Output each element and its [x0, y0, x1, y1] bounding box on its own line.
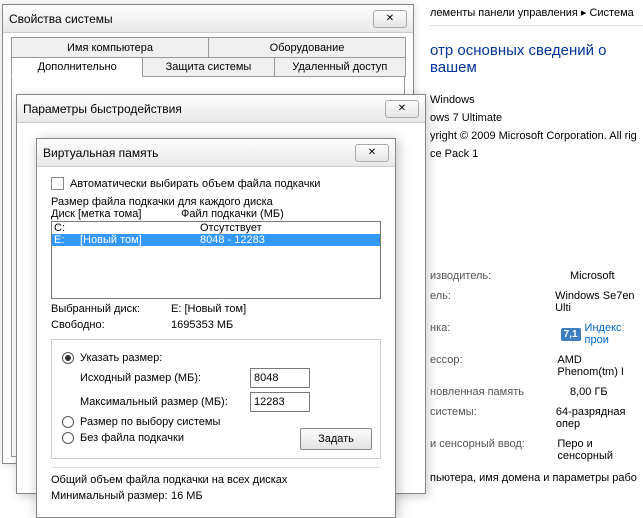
- wei-score-badge: 7,1: [561, 328, 581, 341]
- drive-label: [80, 222, 200, 234]
- windows-service-pack: ce Pack 1: [430, 148, 643, 160]
- value-free-space: 1695353 МБ: [171, 319, 233, 331]
- value-processor: AMD Phenom(tm) I: [557, 354, 643, 378]
- initial-size-input[interactable]: [250, 368, 310, 388]
- radio-no-pagefile[interactable]: [62, 432, 74, 444]
- breadcrumb: лементы панели управления ▸ Система: [430, 0, 643, 26]
- page-heading: отр основных сведений о вашем: [430, 42, 643, 76]
- drive-letter: E:: [54, 234, 80, 246]
- drive-letter: C:: [54, 222, 80, 234]
- close-button[interactable]: ✕: [373, 10, 407, 28]
- label-processor: ессор:: [430, 354, 557, 378]
- control-panel-system-page: лементы панели управления ▸ Система отр …: [420, 0, 643, 506]
- dialog-title: Свойства системы: [9, 12, 113, 26]
- drive-list-header: Размер файла подкачки для каждого диска: [51, 196, 381, 208]
- label-free-space: Свободно:: [51, 319, 171, 331]
- radio-custom-size[interactable]: [62, 352, 74, 364]
- set-button[interactable]: Задать: [300, 428, 372, 450]
- max-size-input[interactable]: [250, 392, 310, 412]
- drive-pagefile: 8048 - 12283: [200, 234, 378, 246]
- list-item[interactable]: C: Отсутствует: [52, 222, 380, 234]
- label-pen-touch: и сенсорный ввод:: [430, 438, 557, 462]
- drive-label: [Новый том]: [80, 234, 200, 246]
- auto-manage-checkbox[interactable]: [51, 177, 64, 190]
- value-ram: 8,00 ГБ: [570, 386, 608, 398]
- tab-system-protection[interactable]: Защита системы: [142, 57, 274, 77]
- dialog-title: Параметры быстродействия: [23, 102, 182, 116]
- label-manufacturer: изводитель:: [430, 270, 570, 282]
- label-computer-domain: пьютера, имя домена и параметры рабо: [430, 472, 643, 484]
- tab-advanced[interactable]: Дополнительно: [11, 57, 143, 77]
- windows-edition-label: Windows: [430, 94, 643, 106]
- titlebar[interactable]: Параметры быстродействия ✕: [17, 95, 425, 123]
- label-max-size: Максимальный размер (МБ):: [80, 396, 240, 408]
- value-manufacturer: Microsoft: [570, 270, 615, 282]
- windows-copyright: yright © 2009 Microsoft Corporation. All…: [430, 130, 643, 142]
- breadcrumb-sep: ▸: [581, 7, 587, 19]
- label-system-type: системы:: [430, 406, 556, 430]
- summary-header: Общий объем файла подкачки на всех диска…: [51, 474, 381, 486]
- titlebar[interactable]: Виртуальная память ✕: [37, 139, 395, 167]
- tab-hardware[interactable]: Оборудование: [208, 37, 406, 57]
- close-button[interactable]: ✕: [385, 100, 419, 118]
- wei-link[interactable]: Индекс прои: [585, 322, 643, 346]
- tab-computer-name[interactable]: Имя компьютера: [11, 37, 209, 57]
- list-item[interactable]: E: [Новый том] 8048 - 12283: [52, 234, 380, 246]
- radio-no-pagefile-label: Без файла подкачки: [80, 432, 184, 444]
- column-header-disk: Диск [метка тома]: [51, 208, 181, 220]
- size-options-group: Указать размер: Исходный размер (МБ): Ма…: [51, 339, 381, 459]
- breadcrumb-item[interactable]: Система: [589, 7, 633, 19]
- label-min-size: Минимальный размер:: [51, 490, 171, 502]
- close-icon: ✕: [386, 13, 394, 24]
- value-selected-drive: E: [Новый том]: [171, 303, 246, 315]
- label-model: ель:: [430, 290, 555, 314]
- radio-system-managed[interactable]: [62, 416, 74, 428]
- label-selected-drive: Выбранный диск:: [51, 303, 171, 315]
- label-initial-size: Исходный размер (МБ):: [80, 372, 240, 384]
- drive-listbox[interactable]: C: Отсутствует E: [Новый том] 8048 - 122…: [51, 221, 381, 299]
- breadcrumb-item[interactable]: лементы панели управления: [430, 7, 578, 19]
- value-min-size: 16 МБ: [171, 490, 203, 502]
- radio-custom-size-label: Указать размер:: [80, 352, 162, 364]
- column-header-pagefile: Файл подкачки (МБ): [181, 208, 284, 220]
- close-icon: ✕: [398, 103, 406, 114]
- tab-remote[interactable]: Удаленный доступ: [274, 57, 406, 77]
- drive-pagefile: Отсутствует: [200, 222, 378, 234]
- value-pen-touch: Перо и сенсорный: [557, 438, 643, 462]
- close-icon: ✕: [368, 147, 376, 158]
- windows-edition-name: ows 7 Ultimate: [430, 112, 643, 124]
- radio-system-managed-label: Размер по выбору системы: [80, 416, 220, 428]
- dialog-title: Виртуальная память: [43, 146, 158, 160]
- titlebar[interactable]: Свойства системы ✕: [3, 5, 413, 33]
- virtual-memory-dialog: Виртуальная память ✕ Автоматически выбир…: [36, 138, 396, 518]
- label-rating: нка:: [430, 322, 561, 346]
- label-ram: новленная память: [430, 386, 570, 398]
- close-button[interactable]: ✕: [355, 144, 389, 162]
- value-system-type: 64-разрядная опер: [556, 406, 643, 430]
- auto-manage-label: Автоматически выбирать объем файла подка…: [70, 178, 320, 190]
- value-model: Windows Se7en Ulti: [555, 290, 643, 314]
